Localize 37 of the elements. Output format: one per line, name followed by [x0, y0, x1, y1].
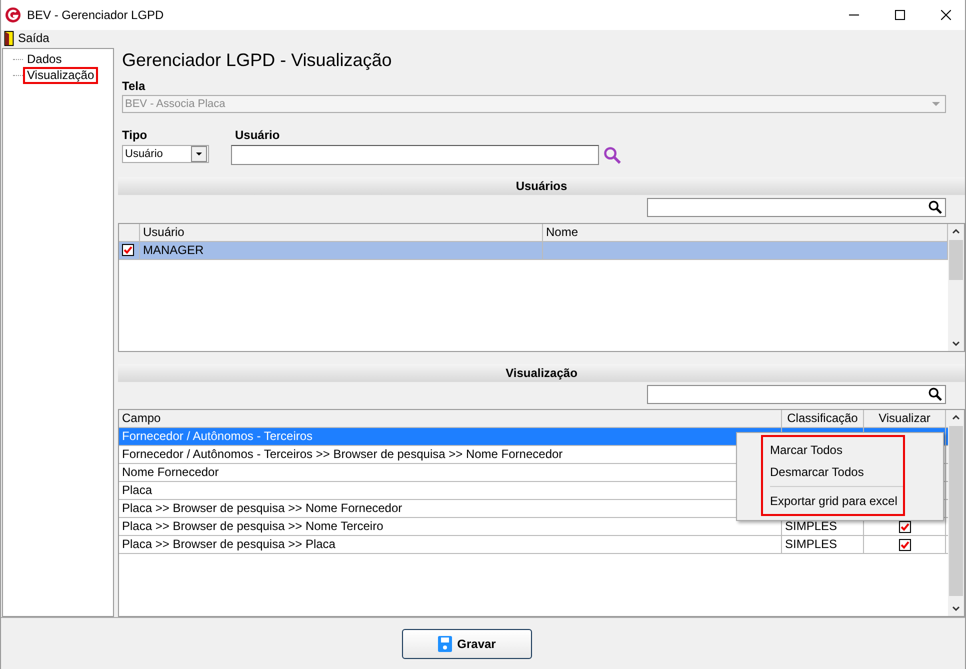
checkbox[interactable]: [122, 244, 134, 256]
menu-item[interactable]: Saída: [18, 31, 50, 45]
maximize-icon[interactable]: [895, 10, 905, 20]
table-row[interactable]: Placa >> Browser de pesquisa >> Placa SIMPLES: [119, 536, 948, 554]
table-cell: Placa >> Browser de pesquisa >> Placa: [119, 536, 782, 554]
column-header: Campo: [119, 410, 782, 428]
page-heading: Gerenciador LGPD - Visualização: [121, 49, 393, 72]
search-icon: [928, 387, 943, 402]
app-logo-icon: [5, 7, 21, 23]
search-icon: [928, 200, 943, 215]
search-field[interactable]: [647, 385, 946, 404]
dropdown-arrow-icon: [932, 102, 940, 106]
column-header: Visualizar: [864, 410, 946, 428]
column-header: Usuário: [140, 224, 543, 241]
user-input-field[interactable]: [231, 144, 599, 165]
table-cell: SIMPLES: [782, 536, 864, 554]
save-button[interactable]: Gravar: [402, 628, 532, 658]
column-header: Classificação: [782, 410, 864, 428]
exit-door-icon: [4, 30, 14, 46]
section-header: Usuários: [118, 176, 965, 195]
checkbox[interactable]: [898, 538, 910, 551]
tree-item[interactable]: Visualização: [23, 66, 98, 84]
scrollbar[interactable]: [948, 224, 964, 352]
table-row[interactable]: MANAGER: [119, 242, 948, 260]
checkbox[interactable]: [898, 520, 910, 533]
search-icon[interactable]: [603, 146, 621, 164]
close-icon[interactable]: [941, 10, 951, 20]
field-label: Usuário: [234, 128, 281, 142]
scrollbar[interactable]: [948, 410, 964, 616]
type-dropdown[interactable]: Usuário: [122, 144, 209, 163]
search-field[interactable]: [647, 198, 946, 217]
field-label: Tipo: [121, 128, 148, 142]
window-title: BEV - Gerenciador LGPD: [27, 8, 165, 22]
tree-item[interactable]: Dados: [23, 50, 66, 68]
table-cell: MANAGER: [140, 242, 543, 259]
section-header: Visualização: [118, 364, 965, 382]
field-label: Tela: [121, 79, 146, 94]
